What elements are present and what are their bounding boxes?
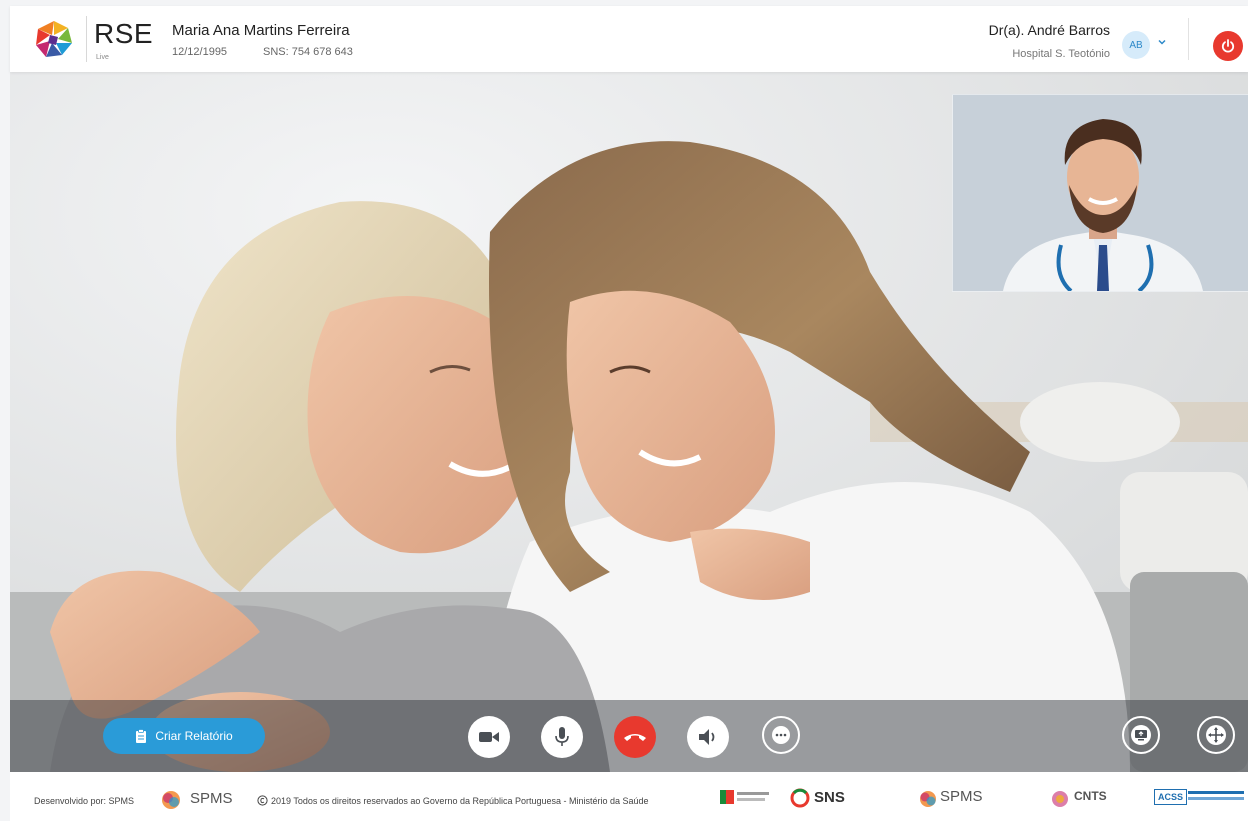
- microphone-icon: [555, 727, 569, 746]
- microphone-toggle-button[interactable]: [541, 716, 583, 758]
- create-report-button[interactable]: Criar Relatório: [103, 718, 265, 754]
- sns-logo-icon: [790, 788, 810, 808]
- power-icon: [1221, 39, 1235, 53]
- chat-bubble-icon: [772, 726, 790, 744]
- move-arrows-icon: [1206, 725, 1226, 745]
- chevron-down-icon[interactable]: [1156, 36, 1168, 48]
- rse-logo-icon: [36, 21, 72, 57]
- footer: Desenvolvido por: SPMS SPMS 2019 Todos o…: [10, 772, 1248, 821]
- screen-share-icon: [1131, 725, 1151, 745]
- chat-button[interactable]: [762, 716, 800, 754]
- patient-name: Maria Ana Martins Ferreira: [172, 22, 350, 39]
- doctor-hospital: Hospital S. Teotónio: [1012, 48, 1110, 60]
- acss-logo-line-2: [1188, 797, 1244, 800]
- spms-logo-icon: [162, 791, 180, 809]
- copyright-icon: [257, 795, 268, 806]
- top-bar: RSE Live Maria Ana Martins Ferreira 12/1…: [10, 6, 1248, 72]
- cnts-logo-icon: [1052, 791, 1068, 807]
- logo-divider: [86, 16, 87, 62]
- patient-birthdate: 12/12/1995: [172, 46, 228, 58]
- acss-logo-text: ACSS: [1154, 789, 1188, 805]
- patient-video-feed: Criar Relatório: [10, 72, 1248, 772]
- doctor-name: Dr(a). André Barros: [988, 22, 1110, 38]
- call-controls-bar: Criar Relatório: [10, 700, 1248, 772]
- share-screen-button[interactable]: [1122, 716, 1160, 754]
- spms-logo-icon-2: [920, 791, 936, 807]
- acss-logo-line-1: [1188, 791, 1244, 794]
- user-avatar[interactable]: AB: [1122, 31, 1150, 59]
- end-call-button[interactable]: [614, 716, 656, 758]
- spms-logo-text: SPMS: [190, 790, 233, 807]
- developed-by-text: Desenvolvido por: SPMS: [34, 796, 135, 806]
- app-logo-text: RSE: [94, 18, 154, 49]
- doctor-self-view[interactable]: [952, 94, 1248, 292]
- republica-portuguesa-logo: [720, 790, 769, 804]
- video-camera-icon: [479, 732, 499, 742]
- speaker-toggle-button[interactable]: [687, 716, 729, 758]
- cnts-logo-text: CNTS: [1074, 789, 1107, 803]
- logout-button[interactable]: [1213, 31, 1243, 61]
- clipboard-icon: [136, 728, 147, 743]
- hang-up-icon: [624, 734, 646, 741]
- app-logo-subtitle: Live: [96, 54, 109, 61]
- speaker-icon: [699, 729, 715, 745]
- copyright-text: 2019 Todos os direitos reservados ao Gov…: [271, 796, 649, 806]
- patient-sns-number: SNS: 754 678 643: [263, 46, 353, 58]
- move-view-button[interactable]: [1197, 716, 1235, 754]
- header-divider: [1188, 18, 1189, 60]
- spms-logo-text-2: SPMS: [940, 788, 983, 805]
- create-report-label: Criar Relatório: [155, 729, 233, 743]
- camera-toggle-button[interactable]: [468, 716, 510, 758]
- sns-logo-text: SNS: [814, 789, 845, 806]
- doctor-video-image: [953, 95, 1248, 291]
